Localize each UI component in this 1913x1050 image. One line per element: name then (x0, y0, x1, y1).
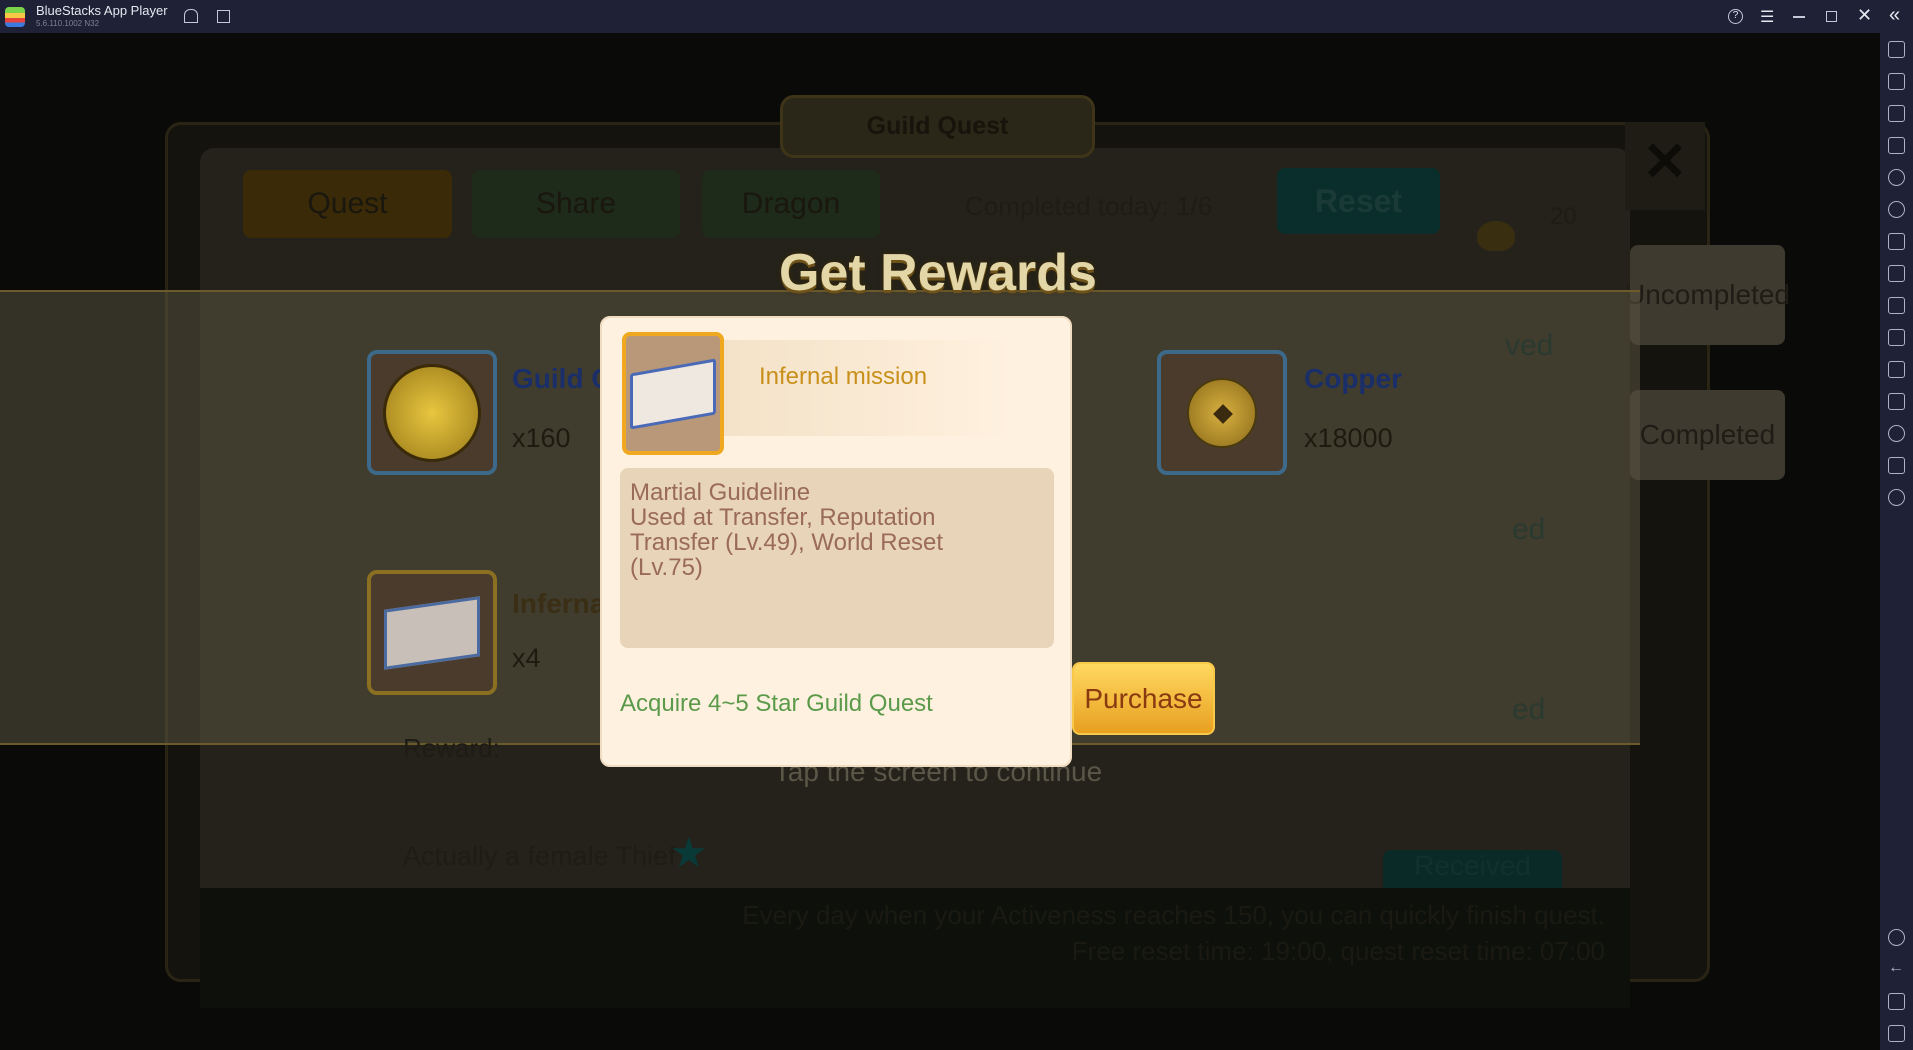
app-version: 5.6.110.1002 N32 (36, 19, 100, 28)
location-icon[interactable] (1888, 425, 1905, 442)
macro-icon[interactable] (1888, 169, 1905, 186)
gamepad-icon[interactable] (1888, 233, 1905, 250)
desc-line: (Lv.75) (630, 554, 703, 581)
eco-mode-icon[interactable] (1888, 393, 1905, 410)
android-home-icon[interactable] (1888, 993, 1905, 1010)
reset-button[interactable]: Reset (1277, 168, 1440, 234)
footer-line: Every day when your Activeness reaches 1… (742, 900, 1605, 930)
collapse-sidebar-icon[interactable]: « (1889, 4, 1900, 27)
item-book-icon (622, 332, 724, 455)
minimize-icon[interactable] (1793, 16, 1805, 18)
tab-quest[interactable]: Quest (243, 170, 452, 238)
media-icon[interactable] (1888, 105, 1905, 122)
restore-icon[interactable] (1826, 11, 1837, 22)
item-source: Acquire 4~5 Star Guild Quest (620, 690, 933, 717)
row-status: ved (1505, 329, 1554, 362)
completed-today: Completed today: 1/6 (965, 191, 1213, 221)
keyboard-icon[interactable] (1888, 137, 1905, 154)
volume-icon[interactable] (1888, 73, 1905, 90)
star-icon: ★ (670, 829, 708, 876)
fullscreen-icon[interactable] (1888, 41, 1905, 58)
desc-line: Transfer (Lv.49), World Reset (630, 529, 943, 556)
item-tooltip-popup: Infernal mission Martial Guideline Used … (600, 316, 1072, 767)
window-title-banner: Guild Quest (780, 95, 1095, 158)
help-icon[interactable]: ? (1728, 9, 1743, 24)
tab-share[interactable]: Share (472, 170, 680, 238)
recents-icon[interactable] (1888, 1025, 1905, 1042)
guild-coin-icon[interactable] (367, 350, 497, 475)
book-icon[interactable] (367, 570, 497, 695)
app-name: BlueStacks App Player (36, 3, 168, 18)
multi-instance-icon[interactable] (217, 10, 230, 23)
reward-qty: x4 (512, 643, 541, 673)
reward-name: Inferna (512, 588, 606, 619)
item-description-box: Martial Guideline Used at Transfer, Repu… (620, 468, 1054, 648)
item-title: Infernal mission (759, 363, 928, 390)
folder-icon[interactable] (1888, 329, 1905, 346)
reward-qty: x160 (512, 423, 571, 453)
right-sidebar: ← (1880, 33, 1913, 1050)
screenshot-icon[interactable] (1888, 297, 1905, 314)
title-bar: BlueStacks App Player 5.6.110.1002 N32 ?… (0, 0, 1913, 33)
menu-icon[interactable]: ☰ (1760, 7, 1774, 27)
layers-icon[interactable] (1888, 457, 1905, 474)
apk-icon[interactable] (1888, 361, 1905, 378)
game-viewport[interactable]: Guild Quest Quest Share Dragon Completed… (0, 33, 1880, 1050)
home-icon[interactable] (184, 9, 198, 23)
sync-icon[interactable] (1888, 201, 1905, 218)
row-status: ed (1512, 513, 1546, 546)
close-icon[interactable]: ✕ (1857, 5, 1872, 26)
bluestacks-logo-icon (5, 7, 25, 27)
ingot-count: 20 (1550, 203, 1577, 230)
settings-icon[interactable] (1888, 929, 1905, 946)
desc-line: Martial Guideline (630, 479, 811, 506)
back-icon[interactable]: ← (1888, 960, 1905, 978)
record-icon[interactable] (1888, 265, 1905, 282)
purchase-button[interactable]: Purchase (1072, 662, 1215, 735)
footer-line: Free reset time: 19:00, quest reset time… (1071, 936, 1605, 966)
get-rewards-heading: Get Rewards (779, 244, 1097, 302)
rotate-icon[interactable] (1888, 489, 1905, 506)
side-tab-completed[interactable]: Completed (1630, 390, 1785, 480)
row-status: ed (1512, 693, 1546, 726)
reward-qty: x18000 (1304, 423, 1393, 453)
copper-coins-icon[interactable] (1157, 350, 1287, 475)
close-window-button[interactable]: ✕ (1625, 122, 1705, 210)
reward-name: Guild C (512, 363, 612, 394)
tab-dragon[interactable]: Dragon (702, 170, 880, 238)
reward-name: Copper (1304, 363, 1402, 394)
quest-name: Actually a female Thief (403, 841, 676, 871)
desc-line: Used at Transfer, Reputation (630, 504, 936, 531)
